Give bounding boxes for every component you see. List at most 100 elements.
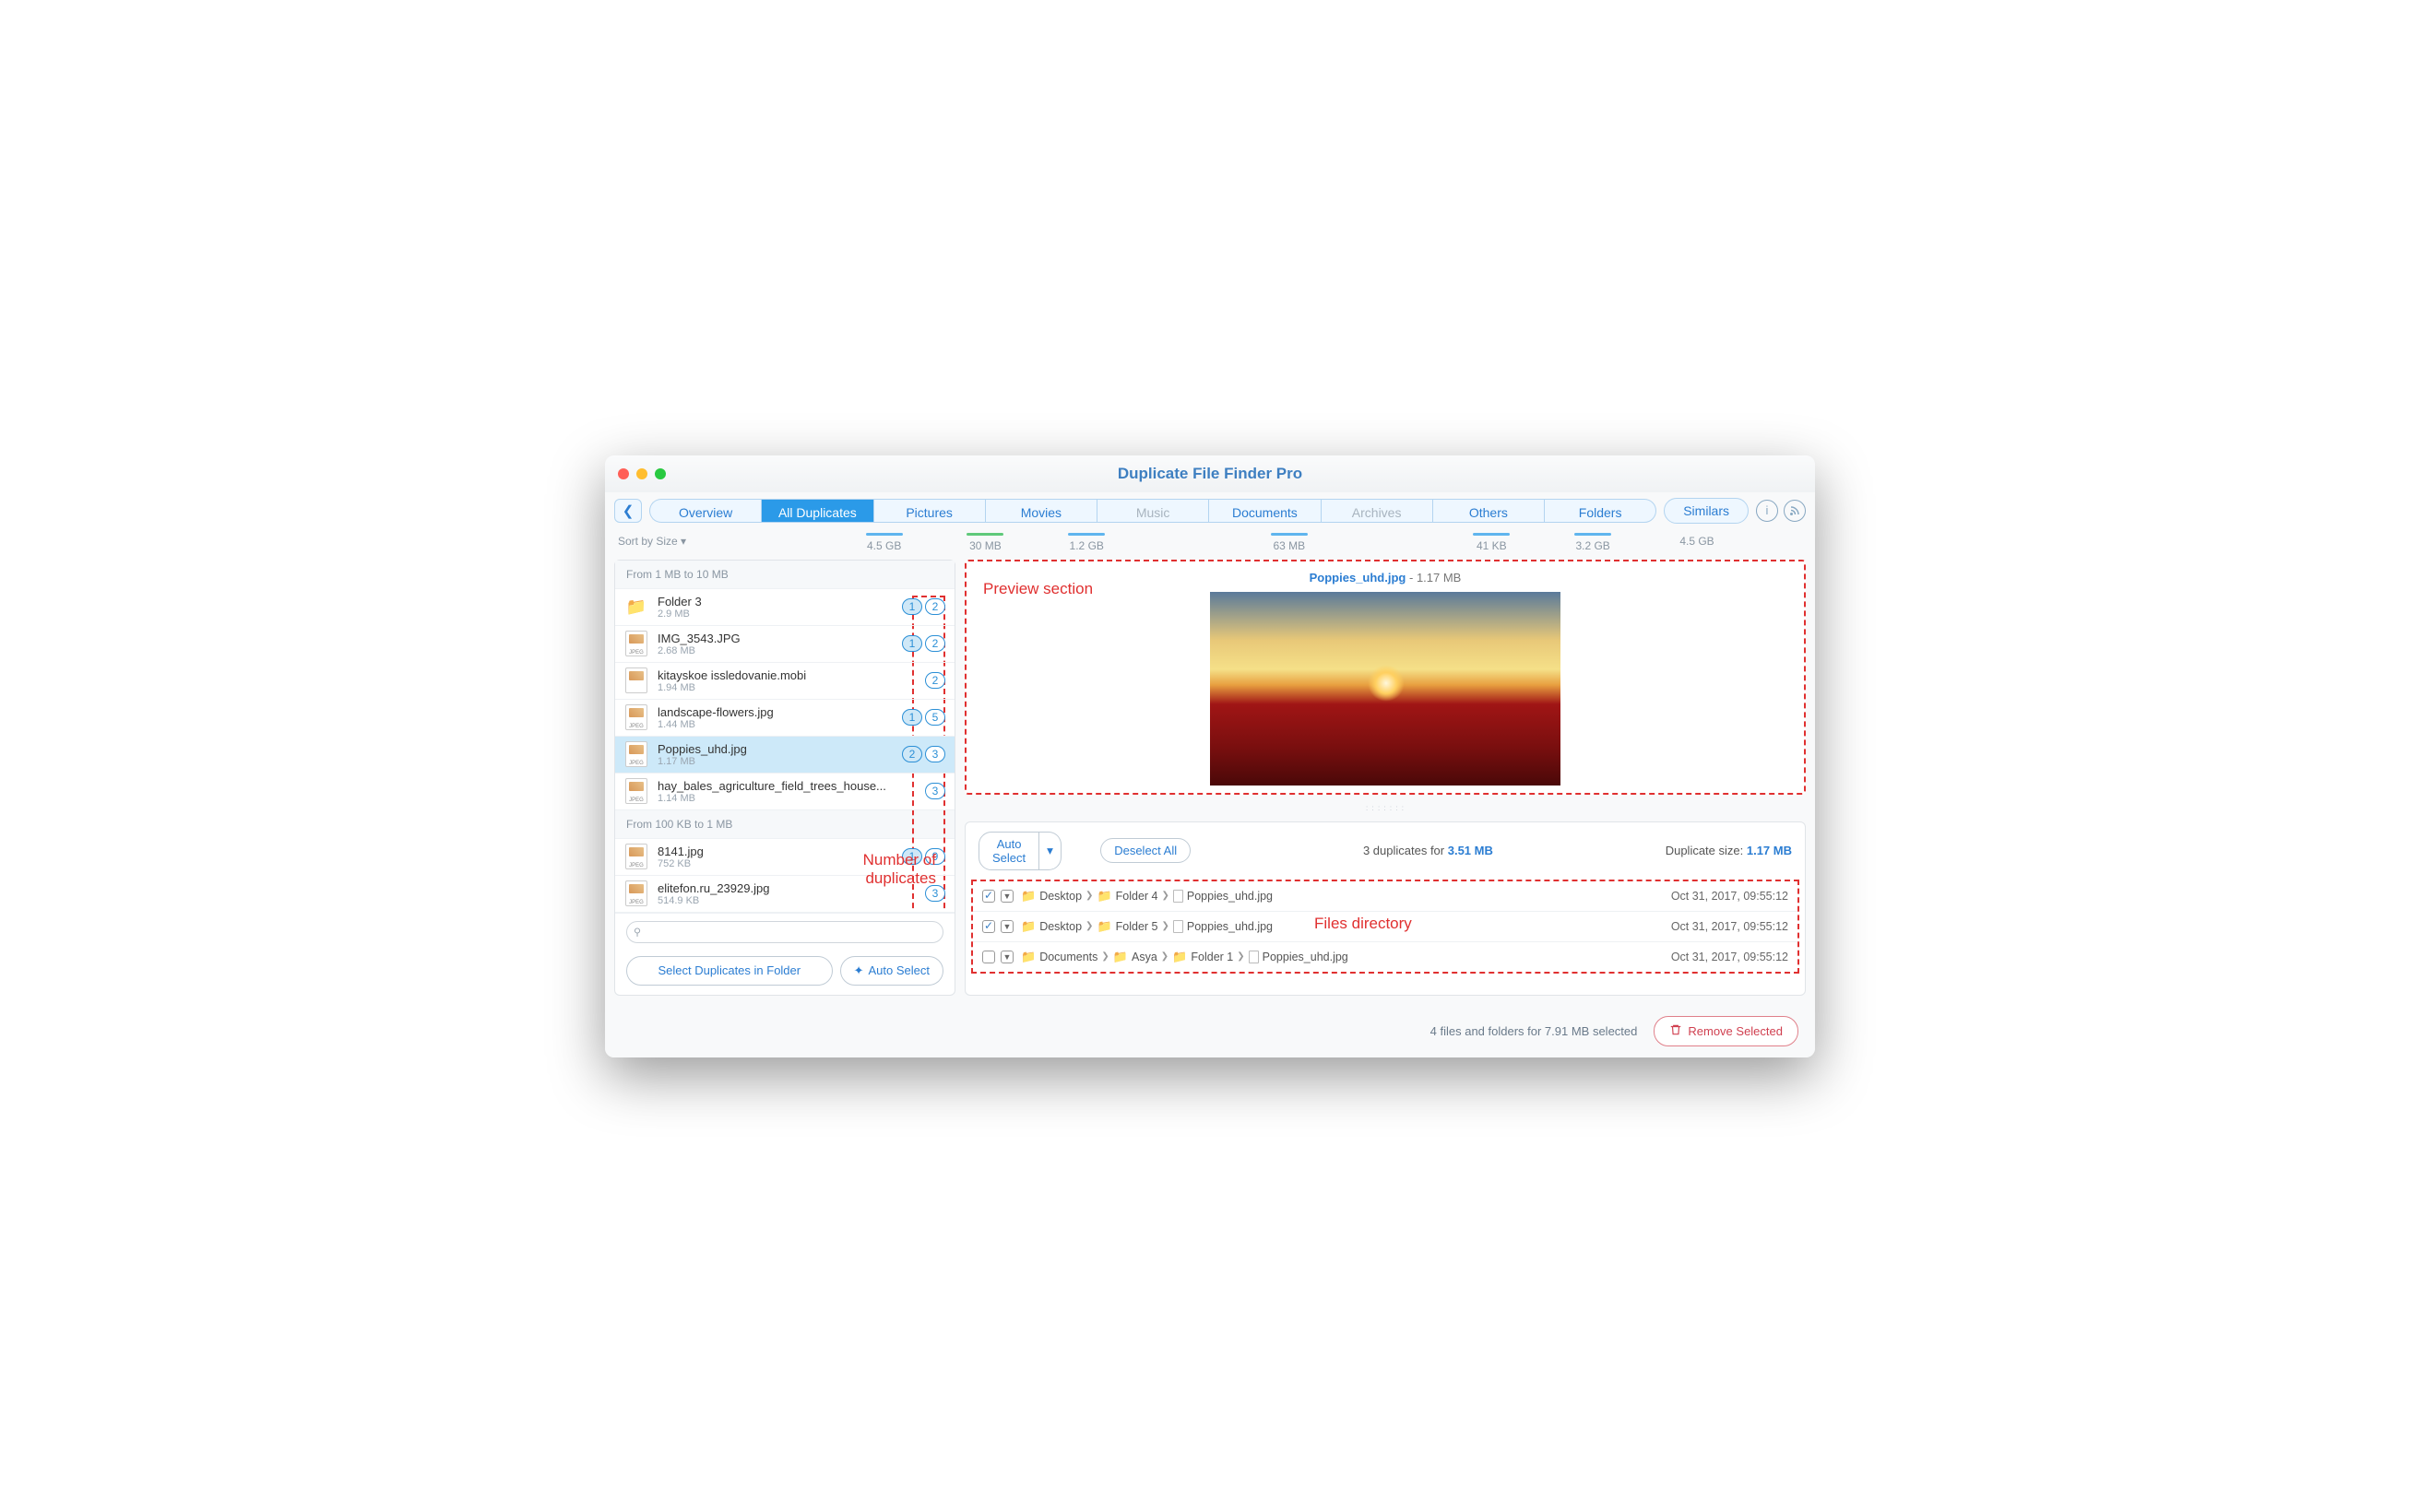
jpeg-icon: JPEG: [624, 779, 648, 803]
preview-size: - 1.17 MB: [1409, 571, 1461, 585]
category-tabs: OverviewAll DuplicatesPicturesMoviesMusi…: [649, 499, 1656, 523]
search-input[interactable]: [626, 921, 943, 943]
breadcrumb: 📁Desktop❯📁Folder 4❯Poppies_uhd.jpg: [1021, 889, 1671, 904]
search-row: ⚲: [615, 913, 955, 947]
chevron-right-icon: ❯: [1237, 951, 1244, 962]
duplicate-count-badge: 2: [925, 598, 945, 615]
chevron-right-icon: ❯: [1161, 891, 1168, 901]
tab-similars[interactable]: Similars: [1664, 498, 1749, 524]
file-size: 1.17 MB: [658, 756, 902, 767]
folder-icon: 📁: [1172, 950, 1187, 964]
rss-icon[interactable]: [1784, 500, 1806, 522]
select-duplicates-in-folder-button[interactable]: Select Duplicates in Folder: [626, 956, 833, 986]
tab-movies[interactable]: Movies: [985, 499, 1097, 523]
chevron-right-icon: ❯: [1085, 921, 1093, 931]
chevron-right-icon: ❯: [1085, 891, 1093, 901]
selected-count-badge: 1: [902, 635, 922, 652]
auto-select-button[interactable]: ✦ Auto Select: [840, 956, 943, 986]
titlebar: Duplicate File Finder Pro: [605, 455, 1815, 492]
preview-title: Poppies_uhd.jpg - 1.17 MB: [974, 569, 1797, 592]
chevron-right-icon: ❯: [1161, 921, 1168, 931]
path-checkbox[interactable]: [982, 920, 995, 933]
info-icon[interactable]: i: [1756, 500, 1778, 522]
file-icon: [1173, 890, 1183, 903]
tab-archives[interactable]: Archives: [1321, 499, 1432, 523]
duplicate-count-badge: 3: [925, 746, 945, 762]
size-documents: 63 MB: [1239, 531, 1340, 552]
folder-icon: 📁: [1021, 950, 1036, 964]
sort-dropdown[interactable]: Sort by Size ▾: [614, 535, 725, 548]
folder-icon: 📁: [1113, 950, 1128, 964]
chevron-left-icon: ❮: [623, 502, 635, 519]
chevron-right-icon: ❯: [1161, 951, 1168, 962]
dup-auto-select-button[interactable]: Auto Select: [979, 832, 1039, 870]
duplicates-panel: Auto Select ▾ Deselect All 3 duplicates …: [965, 821, 1806, 996]
group-header: From 100 KB to 1 MB: [615, 810, 955, 839]
tab-overview[interactable]: Overview: [649, 499, 761, 523]
folder-icon: 📁: [1021, 889, 1036, 904]
size-folders: 3.2 GB: [1542, 531, 1643, 552]
file-name: hay_bales_agriculture_field_trees_house.…: [658, 779, 925, 793]
path-checkbox[interactable]: [982, 951, 995, 963]
file-size: 1.94 MB: [658, 682, 925, 693]
preview-image: [1210, 592, 1560, 786]
splitter-handle[interactable]: : : : : : : :: [965, 804, 1806, 812]
file-row[interactable]: JPEGPoppies_uhd.jpg1.17 MB23: [615, 737, 955, 774]
size-others: 41 KB: [1441, 531, 1542, 552]
tab-folders[interactable]: Folders: [1544, 499, 1656, 523]
tab-documents[interactable]: Documents: [1208, 499, 1320, 523]
selected-count-badge: 1: [902, 709, 922, 726]
toolbar: ❮ OverviewAll DuplicatesPicturesMoviesMu…: [605, 492, 1815, 529]
sparkle-icon: ✦: [854, 963, 864, 978]
tab-music[interactable]: Music: [1097, 499, 1208, 523]
path-expand-button[interactable]: ▼: [1001, 890, 1014, 903]
search-icon: ⚲: [634, 926, 641, 938]
path-list: Files directory ▼📁Desktop❯📁Folder 4❯Popp…: [971, 880, 1799, 974]
path-row[interactable]: ▼📁Desktop❯📁Folder 4❯Poppies_uhd.jpgOct 3…: [973, 881, 1797, 912]
path-date: Oct 31, 2017, 09:55:12: [1671, 951, 1788, 963]
size-pictures: 30 MB: [935, 531, 1037, 552]
file-name: IMG_3543.JPG: [658, 632, 902, 645]
file-row[interactable]: JPEG hay_bales_agriculture_field_trees_ho…: [615, 774, 955, 810]
jpeg-icon: JPEG: [624, 705, 648, 729]
file-row[interactable]: kitayskoe issledovanie.mobi1.94 MB2: [615, 663, 955, 700]
remove-selected-button[interactable]: Remove Selected: [1654, 1016, 1798, 1046]
file-row[interactable]: JPEGlandscape-flowers.jpg1.44 MB15: [615, 700, 955, 737]
back-button[interactable]: ❮: [614, 499, 642, 523]
dup-auto-select-dropdown[interactable]: ▾: [1039, 832, 1062, 870]
preview-section: Preview section Poppies_uhd.jpg - 1.17 M…: [965, 560, 1806, 795]
file-size: 514.9 KB: [658, 895, 925, 906]
path-expand-button[interactable]: ▼: [1001, 920, 1014, 933]
path-row[interactable]: ▼📁Documents❯📁Asya❯📁Folder 1❯Poppies_uhd.…: [973, 942, 1797, 972]
duplicate-count-badge: 5: [925, 709, 945, 726]
file-row[interactable]: JPEGIMG_3543.JPG2.68 MB12: [615, 626, 955, 663]
size-movies: 1.2 GB: [1036, 531, 1137, 552]
path-expand-button[interactable]: ▼: [1001, 951, 1014, 963]
path-date: Oct 31, 2017, 09:55:12: [1671, 890, 1788, 903]
file-row[interactable]: 📁Folder 32.9 MB12: [615, 589, 955, 626]
path-checkbox[interactable]: [982, 890, 995, 903]
toolbar-icons: i: [1756, 500, 1806, 522]
path-date: Oct 31, 2017, 09:55:12: [1671, 920, 1788, 933]
file-icon: [624, 668, 648, 692]
selected-count-badge: 2: [902, 746, 922, 762]
jpeg-icon: JPEG: [624, 632, 648, 656]
file-name: Folder 3: [658, 595, 902, 608]
duplicate-size-label: Duplicate size: 1.17 MB: [1666, 844, 1792, 857]
app-window: Duplicate File Finder Pro ❮ OverviewAll …: [605, 455, 1815, 1057]
tab-all-duplicates[interactable]: All Duplicates: [761, 499, 872, 523]
tab-pictures[interactable]: Pictures: [873, 499, 985, 523]
duplicates-toolbar: Auto Select ▾ Deselect All 3 duplicates …: [966, 822, 1805, 880]
jpeg-icon: JPEG: [624, 881, 648, 905]
annotation-preview: Preview section: [983, 580, 1093, 598]
duplicate-count-badge: 2: [925, 672, 945, 689]
footer: 4 files and folders for 7.91 MB selected…: [605, 1005, 1815, 1057]
duplicate-count-badge: 3: [925, 783, 945, 799]
auto-select-combo: Auto Select ▾: [979, 832, 1089, 870]
tab-others[interactable]: Others: [1432, 499, 1544, 523]
deselect-all-button[interactable]: Deselect All: [1100, 838, 1191, 863]
jpeg-icon: JPEG: [624, 845, 648, 868]
folder-icon: 📁: [1097, 919, 1111, 934]
file-name: Poppies_uhd.jpg: [658, 742, 902, 756]
file-list-sidebar: From 1 MB to 10 MB📁Folder 32.9 MB12JPEGI…: [614, 560, 955, 996]
